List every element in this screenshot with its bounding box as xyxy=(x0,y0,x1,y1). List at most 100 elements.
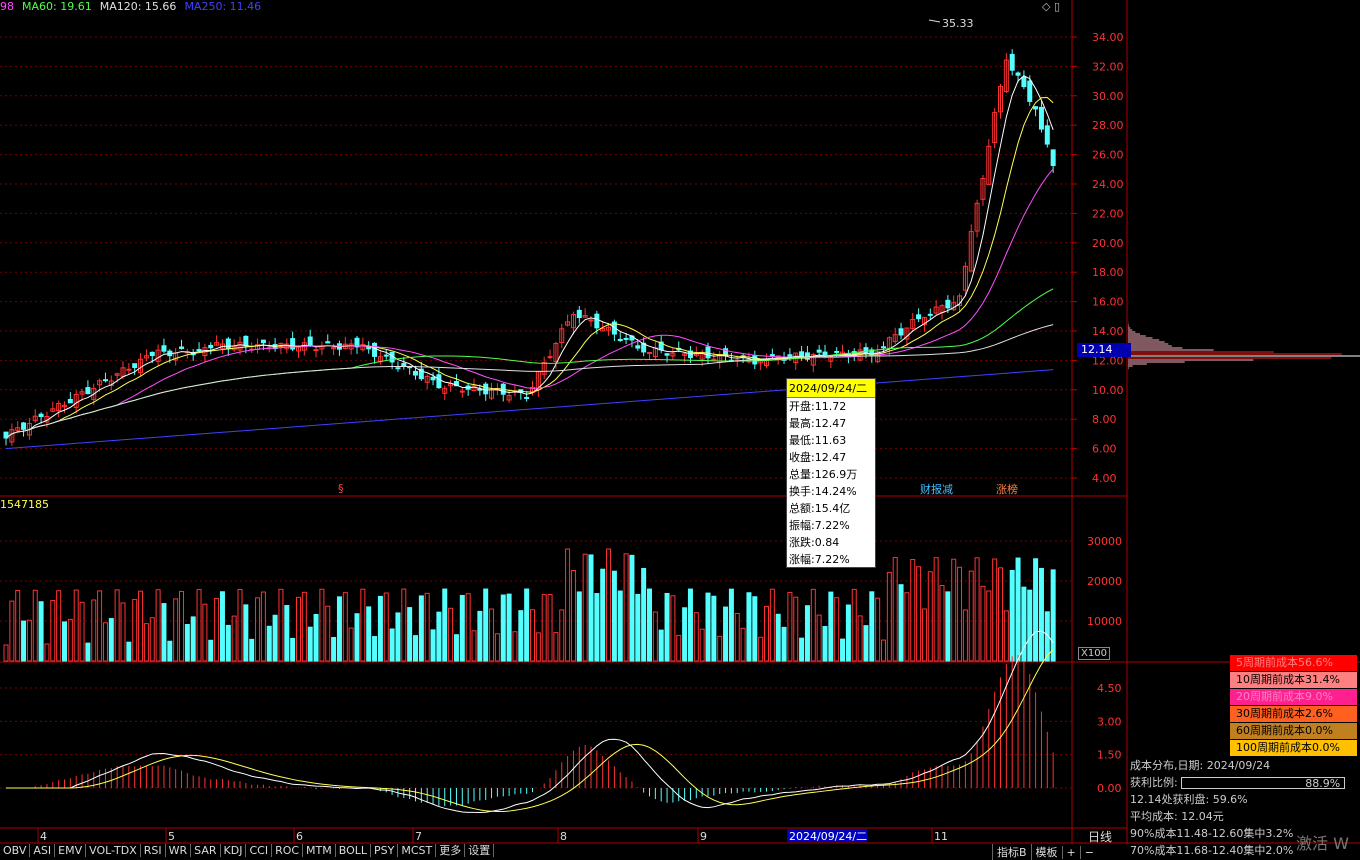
event-marker-s[interactable]: § xyxy=(338,482,344,495)
volume-bar xyxy=(535,632,541,662)
volume-bar xyxy=(951,558,957,662)
volume-bar xyxy=(190,616,196,662)
volume-bar xyxy=(97,590,103,662)
price-tick-label: 10.00 xyxy=(1092,384,1124,397)
cost-date-line: 成本分布,日期: 2024/09/24 xyxy=(1130,759,1271,772)
macd-tick-label: 1.50 xyxy=(1097,749,1122,762)
volume-bar xyxy=(512,631,518,662)
macd-tick-label: 4.50 xyxy=(1097,682,1122,695)
price-tick-label: 32.00 xyxy=(1092,60,1124,73)
indicator-tab[interactable]: ROC xyxy=(272,844,304,857)
date-tick-label: 4 xyxy=(40,830,47,843)
volume-bar xyxy=(711,595,717,662)
volume-bar xyxy=(430,629,436,662)
ma-legend-item: MA120: 15.66 xyxy=(99,0,177,13)
stock-chart-canvas[interactable]: 34.00 32.00 30.00 28.00 26.00 24.00 22.00 20.00… xyxy=(0,0,1360,857)
volume-bar xyxy=(658,629,664,662)
candle-down xyxy=(38,413,44,418)
candle-down xyxy=(945,299,951,309)
period-selector[interactable]: 日线 xyxy=(1088,828,1112,845)
ma20-line xyxy=(5,168,1054,439)
volume-bar xyxy=(565,548,571,662)
indicator-tab[interactable]: BOLL xyxy=(336,844,372,857)
candle-down xyxy=(623,337,629,340)
ma10-line xyxy=(5,96,1054,439)
candle-down xyxy=(372,342,378,357)
candle-up xyxy=(459,390,465,393)
indicator-tab[interactable]: CCI xyxy=(246,844,273,857)
volume-tick-label: 20000 xyxy=(1087,575,1122,588)
volume-bar xyxy=(73,589,79,662)
volume-bar xyxy=(570,569,576,662)
volume-bar xyxy=(641,567,647,662)
volume-bar xyxy=(278,588,284,662)
indicator-tab[interactable]: 更多 xyxy=(436,844,466,857)
indicator-tab[interactable]: WR xyxy=(166,844,192,857)
volume-tick-label: 30000 xyxy=(1087,535,1122,548)
volume-bar xyxy=(494,633,500,662)
indicator-tab[interactable]: VOL-TDX xyxy=(86,844,141,857)
ma-legend-item: MA250: 11.46 xyxy=(184,0,262,13)
candle-down xyxy=(21,422,27,430)
volume-bar xyxy=(910,559,916,662)
volume-bar xyxy=(442,588,448,662)
volume-bar xyxy=(962,609,968,662)
candle-down xyxy=(617,338,623,341)
indicator-tab[interactable]: OBV xyxy=(0,844,31,857)
ma-legend-item: 98 xyxy=(0,0,14,13)
volume-bar xyxy=(184,624,190,662)
tooltip-row: 总额:15.4亿 xyxy=(789,502,851,515)
indicator-tab[interactable]: 设置 xyxy=(465,844,495,857)
template-tab[interactable]: 模板 xyxy=(1030,844,1062,860)
indicator-tab[interactable]: SAR xyxy=(191,844,221,857)
volume-bar xyxy=(582,553,588,662)
indicator-tab[interactable]: KDJ xyxy=(221,844,247,857)
indicator-tab[interactable]: EMV xyxy=(55,844,87,857)
volume-bar xyxy=(752,596,758,662)
window-mode-icons[interactable]: ◇ ▯ xyxy=(1042,0,1060,13)
volume-bar xyxy=(541,594,547,662)
template-tab[interactable]: + xyxy=(1061,846,1080,859)
volume-bar xyxy=(307,626,313,662)
volume-bar xyxy=(851,588,857,662)
volume-bar xyxy=(1033,558,1039,662)
volume-bar xyxy=(15,589,21,662)
candle-down xyxy=(102,379,108,382)
high-price-marker: 35.33 xyxy=(942,17,974,30)
volume-bar xyxy=(728,588,734,662)
volume-bar xyxy=(611,570,617,662)
indicator-tab[interactable]: ASI xyxy=(30,844,56,857)
indicator-tab[interactable]: RSI xyxy=(141,844,166,857)
volume-bar xyxy=(453,634,459,662)
candle-up xyxy=(711,358,717,361)
price-tick-label: 6.00 xyxy=(1092,443,1117,456)
volume-bar xyxy=(881,639,886,662)
volume-bar xyxy=(617,590,623,662)
volume-bar xyxy=(524,588,530,662)
volume-bar xyxy=(647,588,652,662)
volume-bar xyxy=(161,603,167,662)
candle-down xyxy=(196,349,202,352)
volume-bar xyxy=(348,627,354,662)
price-tick-label: 18.00 xyxy=(1092,266,1124,279)
volume-bar xyxy=(781,626,787,662)
indicator-tab[interactable]: MCST xyxy=(398,844,437,857)
date-tick-label: 9 xyxy=(700,830,707,843)
date-tick-label: 6 xyxy=(296,830,303,843)
candle-down xyxy=(383,354,389,357)
tooltip-row: 收盘:12.47 xyxy=(789,451,847,464)
candle-up xyxy=(588,319,594,322)
volume-bar xyxy=(336,596,342,662)
price-tick-label: 24.00 xyxy=(1092,178,1124,191)
volume-bar xyxy=(664,592,670,662)
financial-report-tag[interactable]: 财报减 xyxy=(920,481,953,497)
volume-bar xyxy=(459,594,465,662)
indicator-tab[interactable]: MTM xyxy=(303,844,336,857)
template-tab[interactable]: 指标B xyxy=(992,844,1031,860)
limit-board-tag[interactable]: 涨榜 xyxy=(996,481,1018,497)
volume-bar xyxy=(764,605,769,662)
template-tab[interactable]: − xyxy=(1079,846,1098,859)
price-tick-label: 22.00 xyxy=(1092,207,1124,220)
indicator-tab[interactable]: PSY xyxy=(371,844,399,857)
candle-down xyxy=(834,350,840,353)
